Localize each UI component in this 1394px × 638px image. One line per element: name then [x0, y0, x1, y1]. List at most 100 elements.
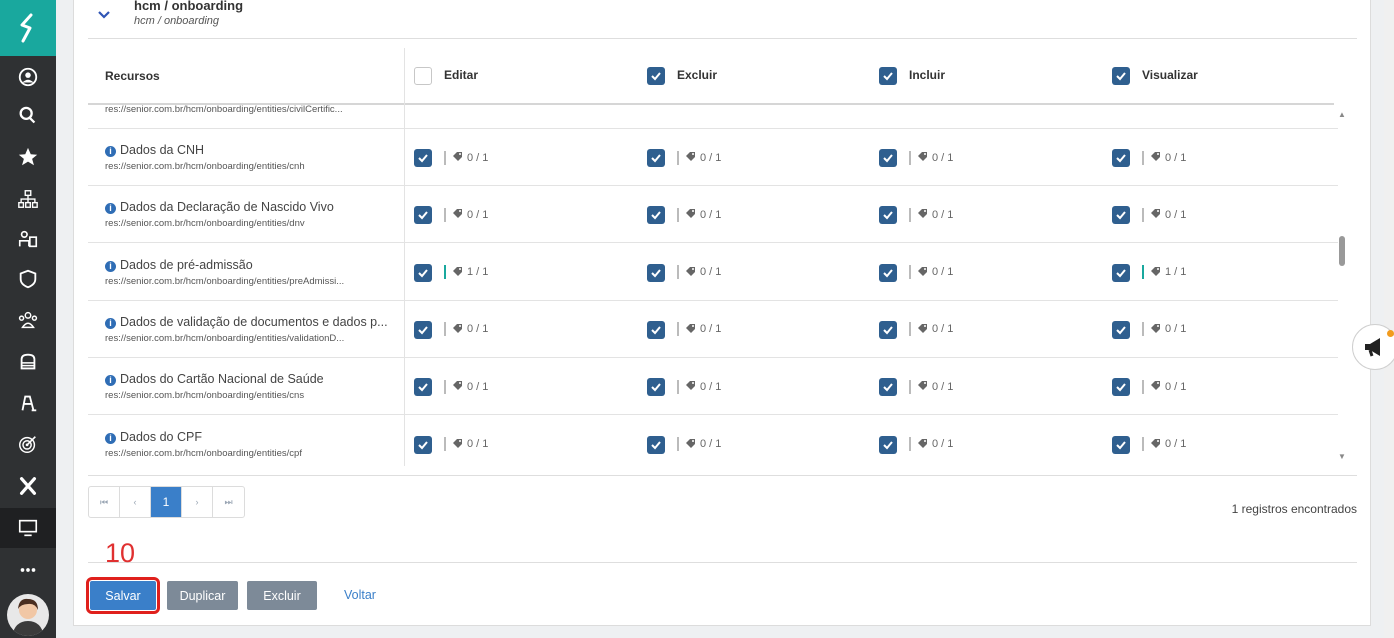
- row-checkbox-view[interactable]: [1112, 320, 1130, 339]
- page-1-button[interactable]: 1: [151, 487, 182, 517]
- megaphone-button[interactable]: [1352, 324, 1394, 370]
- save-button[interactable]: Salvar: [86, 577, 160, 614]
- header-checkbox-view[interactable]: [1112, 67, 1130, 85]
- info-icon[interactable]: i: [105, 375, 116, 387]
- info-icon[interactable]: i: [105, 432, 116, 444]
- row-checkbox-include[interactable]: [879, 263, 897, 282]
- permission-count[interactable]: 0 / 1: [677, 379, 721, 394]
- table-body: res://senior.com.br/hcm/onboarding/entit…: [88, 104, 1338, 466]
- row-checkbox-include[interactable]: [879, 206, 897, 225]
- permission-count[interactable]: 0 / 1: [909, 150, 953, 165]
- duplicate-button[interactable]: Duplicar: [167, 581, 238, 610]
- monitor-icon[interactable]: [0, 508, 56, 548]
- back-link[interactable]: Voltar: [344, 588, 376, 602]
- permission-count[interactable]: 0 / 1: [677, 150, 721, 165]
- tag-icon: [1150, 207, 1162, 222]
- senior-logo-icon[interactable]: [0, 0, 56, 56]
- row-name[interactable]: i Dados de validação de documentos e dado…: [105, 315, 388, 329]
- delete-button[interactable]: Excluir: [247, 581, 317, 610]
- x-icon[interactable]: [0, 466, 56, 506]
- org-chart-icon[interactable]: [0, 179, 56, 219]
- header-view: Visualizar: [1142, 68, 1198, 82]
- permission-count[interactable]: 0 / 1: [677, 265, 721, 280]
- user-circle-icon[interactable]: [0, 57, 56, 97]
- chevron-down-icon[interactable]: [96, 6, 112, 22]
- header-checkbox-edit[interactable]: [414, 67, 432, 85]
- target-icon[interactable]: [0, 424, 56, 464]
- row-checkbox-edit[interactable]: [414, 320, 432, 339]
- scrollbar-thumb[interactable]: [1339, 236, 1345, 266]
- row-checkbox-view[interactable]: [1112, 263, 1130, 282]
- permission-count[interactable]: 0 / 1: [677, 207, 721, 222]
- permission-count[interactable]: 0 / 1: [909, 437, 953, 452]
- row-name[interactable]: i Dados do Cartão Nacional de Saúde: [105, 372, 324, 387]
- permission-count[interactable]: 0 / 1: [444, 207, 488, 222]
- row-checkbox-delete[interactable]: [647, 206, 665, 225]
- row-checkbox-view[interactable]: [1112, 206, 1130, 225]
- permission-count[interactable]: 0 / 1: [677, 437, 721, 452]
- team-icon[interactable]: [0, 300, 56, 340]
- last-page-button[interactable]: ⏭: [213, 487, 244, 517]
- row-checkbox-edit[interactable]: [414, 435, 432, 454]
- divider: [88, 38, 1357, 39]
- row-checkbox-view[interactable]: [1112, 435, 1130, 454]
- row-checkbox-delete[interactable]: [647, 378, 665, 397]
- row-checkbox-include[interactable]: [879, 435, 897, 454]
- header-checkbox-include[interactable]: [879, 67, 897, 85]
- row-name[interactable]: i Dados do CPF: [105, 430, 202, 444]
- permission-count[interactable]: 0 / 1: [444, 437, 488, 452]
- permission-count[interactable]: 0 / 1: [444, 322, 488, 337]
- row-checkbox-edit[interactable]: [414, 378, 432, 397]
- permission-count[interactable]: 0 / 1: [1142, 207, 1186, 222]
- people-icon[interactable]: [0, 219, 56, 259]
- module-header[interactable]: hcm / onboarding hcm / onboarding: [74, 0, 1370, 38]
- row-checkbox-delete[interactable]: [647, 320, 665, 339]
- info-icon[interactable]: i: [105, 317, 116, 329]
- permission-count[interactable]: 0 / 1: [1142, 379, 1186, 394]
- scroll-up-icon[interactable]: ▲: [1338, 110, 1346, 119]
- database-icon[interactable]: [0, 342, 56, 382]
- first-page-button[interactable]: ⏮: [89, 487, 120, 517]
- scroll-down-icon[interactable]: ▼: [1338, 452, 1346, 461]
- accessibility-icon[interactable]: [0, 383, 56, 423]
- permission-count[interactable]: 0 / 1: [1142, 150, 1186, 165]
- row-checkbox-delete[interactable]: [647, 149, 665, 167]
- star-icon[interactable]: [0, 137, 56, 177]
- header-checkbox-delete[interactable]: [647, 67, 665, 85]
- next-page-button[interactable]: ›: [182, 487, 213, 517]
- row-checkbox-include[interactable]: [879, 149, 897, 167]
- row-checkbox-delete[interactable]: [647, 435, 665, 454]
- row-checkbox-view[interactable]: [1112, 378, 1130, 397]
- info-icon[interactable]: i: [105, 146, 116, 157]
- permission-count[interactable]: 0 / 1: [1142, 322, 1186, 337]
- row-name[interactable]: i Dados da CNH: [105, 143, 204, 157]
- row-checkbox-edit[interactable]: [414, 206, 432, 225]
- row-name[interactable]: i Dados de pré-admissão: [105, 258, 253, 272]
- row-checkbox-edit[interactable]: [414, 263, 432, 282]
- avatar[interactable]: [7, 594, 49, 636]
- permission-count[interactable]: 0 / 1: [909, 379, 953, 394]
- shield-icon[interactable]: [0, 259, 56, 299]
- permission-count[interactable]: 1 / 1: [1142, 265, 1186, 280]
- row-checkbox-view[interactable]: [1112, 149, 1130, 167]
- window-edge: [1384, 0, 1394, 638]
- permission-count[interactable]: 0 / 1: [909, 322, 953, 337]
- row-checkbox-include[interactable]: [879, 378, 897, 397]
- row-checkbox-include[interactable]: [879, 320, 897, 339]
- row-checkbox-edit[interactable]: [414, 149, 432, 167]
- prev-page-button[interactable]: ‹: [120, 487, 151, 517]
- row-name[interactable]: i Dados da Declaração de Nascido Vivo: [105, 200, 334, 215]
- info-icon[interactable]: i: [105, 260, 116, 272]
- info-icon[interactable]: i: [105, 203, 116, 215]
- search-icon[interactable]: [0, 97, 56, 137]
- permission-count[interactable]: 0 / 1: [444, 150, 488, 165]
- permission-count[interactable]: 0 / 1: [677, 322, 721, 337]
- permission-count[interactable]: 0 / 1: [909, 207, 953, 222]
- permission-count[interactable]: 0 / 1: [1142, 437, 1186, 452]
- more-icon[interactable]: [0, 550, 56, 590]
- row-checkbox-delete[interactable]: [647, 263, 665, 282]
- scrollbar[interactable]: [1336, 104, 1350, 466]
- permission-count[interactable]: 0 / 1: [909, 265, 953, 280]
- permission-count[interactable]: 0 / 1: [444, 379, 488, 394]
- permission-count[interactable]: 1 / 1: [444, 265, 488, 280]
